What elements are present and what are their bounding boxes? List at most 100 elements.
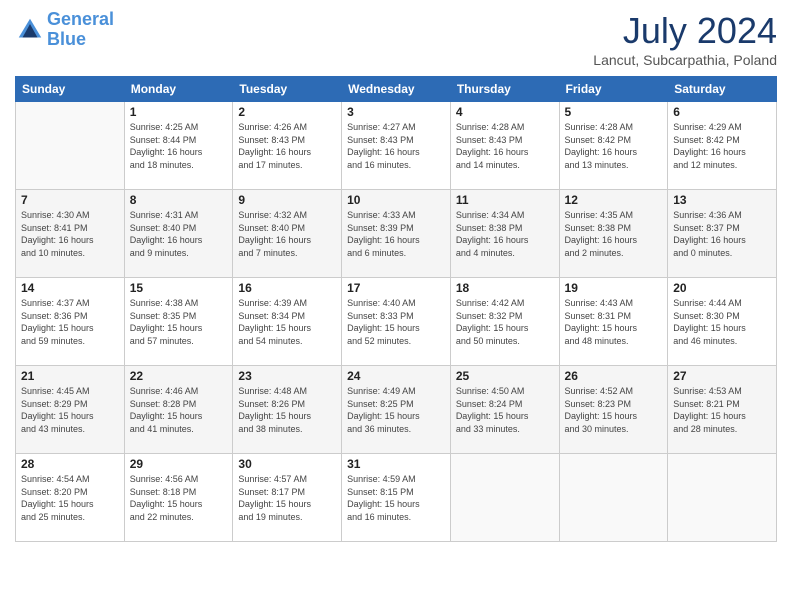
day-info: Sunrise: 4:40 AM Sunset: 8:33 PM Dayligh… [347, 297, 445, 347]
day-cell: 31 Sunrise: 4:59 AM Sunset: 8:15 PM Dayli… [342, 454, 451, 542]
month-title: July 2024 [593, 10, 777, 52]
day-info: Sunrise: 4:32 AM Sunset: 8:40 PM Dayligh… [238, 209, 336, 259]
day-number: 8 [130, 193, 228, 207]
day-cell: 5 Sunrise: 4:28 AM Sunset: 8:42 PM Daylig… [559, 102, 668, 190]
day-info: Sunrise: 4:28 AM Sunset: 8:43 PM Dayligh… [456, 121, 554, 171]
day-number: 16 [238, 281, 336, 295]
day-info: Sunrise: 4:30 AM Sunset: 8:41 PM Dayligh… [21, 209, 119, 259]
day-cell: 14 Sunrise: 4:37 AM Sunset: 8:36 PM Dayli… [16, 278, 125, 366]
day-number: 1 [130, 105, 228, 119]
day-cell: 1Sunrise: 4:25 AM Sunset: 8:44 PM Daylig… [124, 102, 233, 190]
logo: General Blue [15, 10, 114, 50]
day-cell: 26Sunrise: 4:52 AM Sunset: 8:23 PM Dayli… [559, 366, 668, 454]
logo-text: General Blue [47, 10, 114, 50]
day-number: 14 [21, 281, 119, 295]
day-cell: 3 Sunrise: 4:27 AM Sunset: 8:43 PM Daylig… [342, 102, 451, 190]
day-number: 11 [456, 193, 554, 207]
day-cell: 2Sunrise: 4:26 AM Sunset: 8:43 PM Daylig… [233, 102, 342, 190]
header: General Blue July 2024 Lancut, Subcarpat… [15, 10, 777, 68]
day-cell: 20 Sunrise: 4:44 AM Sunset: 8:30 PM Dayli… [668, 278, 777, 366]
day-number: 5 [565, 105, 663, 119]
day-number: 9 [238, 193, 336, 207]
day-info: Sunrise: 4:59 AM Sunset: 8:15 PM Dayligh… [347, 473, 445, 523]
day-info: Sunrise: 4:56 AM Sunset: 8:18 PM Dayligh… [130, 473, 228, 523]
col-sunday: Sunday [16, 77, 125, 102]
day-number: 22 [130, 369, 228, 383]
title-area: July 2024 Lancut, Subcarpathia, Poland [593, 10, 777, 68]
week-row-2: 7 Sunrise: 4:30 AM Sunset: 8:41 PM Daylig… [16, 190, 777, 278]
day-cell [450, 454, 559, 542]
day-info: Sunrise: 4:46 AM Sunset: 8:28 PM Dayligh… [130, 385, 228, 435]
day-info: Sunrise: 4:44 AM Sunset: 8:30 PM Dayligh… [673, 297, 771, 347]
day-cell: 6 Sunrise: 4:29 AM Sunset: 8:42 PM Daylig… [668, 102, 777, 190]
day-number: 17 [347, 281, 445, 295]
week-row-4: 21 Sunrise: 4:45 AM Sunset: 8:29 PM Dayli… [16, 366, 777, 454]
day-cell: 15Sunrise: 4:38 AM Sunset: 8:35 PM Dayli… [124, 278, 233, 366]
day-info: Sunrise: 4:52 AM Sunset: 8:23 PM Dayligh… [565, 385, 663, 435]
col-thursday: Thursday [450, 77, 559, 102]
day-info: Sunrise: 4:34 AM Sunset: 8:38 PM Dayligh… [456, 209, 554, 259]
day-info: Sunrise: 4:29 AM Sunset: 8:42 PM Dayligh… [673, 121, 771, 171]
day-cell: 8Sunrise: 4:31 AM Sunset: 8:40 PM Daylig… [124, 190, 233, 278]
col-wednesday: Wednesday [342, 77, 451, 102]
day-info: Sunrise: 4:45 AM Sunset: 8:29 PM Dayligh… [21, 385, 119, 435]
day-number: 25 [456, 369, 554, 383]
day-number: 23 [238, 369, 336, 383]
day-number: 3 [347, 105, 445, 119]
calendar-table: Sunday Monday Tuesday Wednesday Thursday… [15, 76, 777, 542]
day-number: 7 [21, 193, 119, 207]
day-cell: 9 Sunrise: 4:32 AM Sunset: 8:40 PM Daylig… [233, 190, 342, 278]
day-cell: 28 Sunrise: 4:54 AM Sunset: 8:20 PM Dayli… [16, 454, 125, 542]
week-row-5: 28 Sunrise: 4:54 AM Sunset: 8:20 PM Dayli… [16, 454, 777, 542]
week-row-3: 14 Sunrise: 4:37 AM Sunset: 8:36 PM Dayli… [16, 278, 777, 366]
col-monday: Monday [124, 77, 233, 102]
day-cell [16, 102, 125, 190]
day-number: 6 [673, 105, 771, 119]
day-number: 10 [347, 193, 445, 207]
day-cell: 30Sunrise: 4:57 AM Sunset: 8:17 PM Dayli… [233, 454, 342, 542]
day-info: Sunrise: 4:27 AM Sunset: 8:43 PM Dayligh… [347, 121, 445, 171]
day-cell [668, 454, 777, 542]
day-cell: 11 Sunrise: 4:34 AM Sunset: 8:38 PM Dayli… [450, 190, 559, 278]
header-row: Sunday Monday Tuesday Wednesday Thursday… [16, 77, 777, 102]
day-cell: 18Sunrise: 4:42 AM Sunset: 8:32 PM Dayli… [450, 278, 559, 366]
col-saturday: Saturday [668, 77, 777, 102]
day-number: 24 [347, 369, 445, 383]
day-number: 15 [130, 281, 228, 295]
day-number: 12 [565, 193, 663, 207]
day-info: Sunrise: 4:50 AM Sunset: 8:24 PM Dayligh… [456, 385, 554, 435]
day-cell: 29 Sunrise: 4:56 AM Sunset: 8:18 PM Dayli… [124, 454, 233, 542]
day-cell: 25 Sunrise: 4:50 AM Sunset: 8:24 PM Dayli… [450, 366, 559, 454]
day-number: 19 [565, 281, 663, 295]
day-cell [559, 454, 668, 542]
day-info: Sunrise: 4:36 AM Sunset: 8:37 PM Dayligh… [673, 209, 771, 259]
day-info: Sunrise: 4:28 AM Sunset: 8:42 PM Dayligh… [565, 121, 663, 171]
day-number: 30 [238, 457, 336, 471]
day-info: Sunrise: 4:53 AM Sunset: 8:21 PM Dayligh… [673, 385, 771, 435]
day-number: 28 [21, 457, 119, 471]
location-subtitle: Lancut, Subcarpathia, Poland [593, 52, 777, 68]
day-cell: 21 Sunrise: 4:45 AM Sunset: 8:29 PM Dayli… [16, 366, 125, 454]
col-friday: Friday [559, 77, 668, 102]
day-number: 20 [673, 281, 771, 295]
day-info: Sunrise: 4:39 AM Sunset: 8:34 PM Dayligh… [238, 297, 336, 347]
day-info: Sunrise: 4:37 AM Sunset: 8:36 PM Dayligh… [21, 297, 119, 347]
day-number: 29 [130, 457, 228, 471]
day-cell: 4Sunrise: 4:28 AM Sunset: 8:43 PM Daylig… [450, 102, 559, 190]
day-cell: 24Sunrise: 4:49 AM Sunset: 8:25 PM Dayli… [342, 366, 451, 454]
day-cell: 12Sunrise: 4:35 AM Sunset: 8:38 PM Dayli… [559, 190, 668, 278]
day-number: 27 [673, 369, 771, 383]
day-info: Sunrise: 4:43 AM Sunset: 8:31 PM Dayligh… [565, 297, 663, 347]
logo-icon [15, 15, 45, 45]
day-info: Sunrise: 4:48 AM Sunset: 8:26 PM Dayligh… [238, 385, 336, 435]
logo-general: General [47, 9, 114, 29]
day-cell: 22 Sunrise: 4:46 AM Sunset: 8:28 PM Dayli… [124, 366, 233, 454]
day-cell: 27 Sunrise: 4:53 AM Sunset: 8:21 PM Dayli… [668, 366, 777, 454]
day-number: 31 [347, 457, 445, 471]
day-cell: 19 Sunrise: 4:43 AM Sunset: 8:31 PM Dayli… [559, 278, 668, 366]
day-number: 18 [456, 281, 554, 295]
logo-blue: Blue [47, 29, 86, 49]
day-number: 21 [21, 369, 119, 383]
col-tuesday: Tuesday [233, 77, 342, 102]
day-info: Sunrise: 4:54 AM Sunset: 8:20 PM Dayligh… [21, 473, 119, 523]
